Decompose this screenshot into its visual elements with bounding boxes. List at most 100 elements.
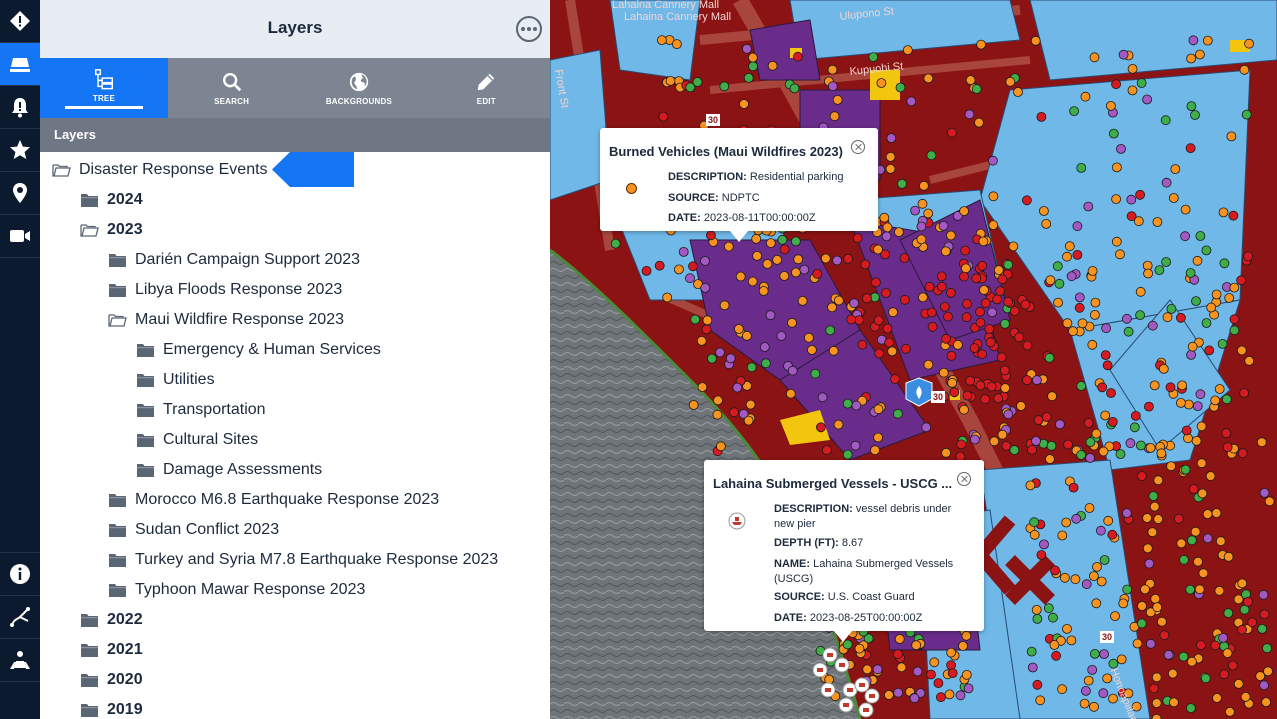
incident-marker[interactable] [685,273,695,284]
incident-marker[interactable] [873,315,884,326]
incident-marker[interactable] [1218,633,1228,643]
incident-marker[interactable] [894,634,905,644]
incident-marker[interactable] [850,440,861,451]
incident-marker[interactable] [933,678,944,688]
incident-marker[interactable] [860,259,871,270]
incident-marker[interactable] [900,343,911,354]
incident-marker[interactable] [1107,529,1118,540]
incident-marker[interactable] [1129,422,1140,433]
incident-marker[interactable] [743,73,754,83]
incident-marker[interactable] [1153,475,1164,486]
tree-item-maui[interactable]: Maui Wildfire Response 2023 [108,305,344,335]
incident-marker[interactable] [980,298,991,309]
incident-marker[interactable] [1068,482,1079,493]
incident-marker[interactable] [799,264,810,275]
incident-marker[interactable] [1110,611,1120,621]
incident-marker[interactable] [1188,35,1199,46]
incident-marker[interactable] [747,276,758,287]
incident-marker[interactable] [988,220,999,231]
incident-marker[interactable] [1186,101,1197,111]
incident-marker[interactable] [1188,484,1199,495]
incident-marker[interactable] [861,293,872,304]
incident-marker[interactable] [1035,695,1046,706]
incident-marker[interactable] [938,367,949,378]
incident-marker[interactable] [1092,562,1102,572]
incident-marker[interactable] [936,281,947,292]
incident-marker[interactable] [1186,703,1196,713]
incident-marker[interactable] [1054,278,1065,289]
incident-marker[interactable] [1187,341,1198,352]
incident-marker[interactable] [1136,440,1146,451]
incident-marker[interactable] [1201,245,1212,256]
incident-marker[interactable] [971,273,982,284]
incident-marker[interactable] [1157,616,1167,627]
incident-marker[interactable] [672,39,682,49]
tree-item-libya[interactable]: Libya Floods Response 2023 [108,275,342,305]
incident-marker[interactable] [1237,624,1247,635]
incident-marker[interactable] [1091,598,1102,609]
incident-marker[interactable] [1160,115,1171,126]
incident-marker[interactable] [1240,692,1251,702]
incident-marker[interactable] [961,670,972,680]
incident-marker[interactable] [929,657,940,668]
incident-marker[interactable] [1064,241,1075,252]
incident-marker[interactable] [1066,271,1077,282]
incident-marker[interactable] [941,447,952,458]
incident-marker[interactable] [1190,526,1201,537]
incident-marker[interactable] [1022,375,1032,386]
incident-marker[interactable] [741,330,752,341]
incident-marker[interactable] [1243,596,1253,607]
incident-marker[interactable] [935,692,946,703]
incident-marker[interactable] [874,348,885,359]
incident-marker[interactable] [1262,643,1272,654]
incident-marker[interactable] [1083,675,1094,686]
incident-marker[interactable] [1236,345,1247,356]
incident-marker[interactable] [1259,609,1270,620]
incident-marker[interactable] [870,445,880,456]
incident-marker[interactable] [965,375,976,386]
incident-marker[interactable] [748,61,758,72]
incident-marker[interactable] [1107,416,1118,427]
incident-marker[interactable] [959,404,969,415]
map-user-button[interactable] [0,639,40,682]
incident-marker[interactable] [1137,601,1147,611]
incident-marker[interactable] [941,333,952,344]
incident-marker[interactable] [1239,388,1249,398]
incident-marker[interactable] [741,43,752,54]
incident-marker[interactable] [1228,210,1239,221]
incident-marker[interactable] [1142,543,1153,554]
incident-marker[interactable] [1196,458,1207,469]
incident-marker[interactable] [1041,412,1052,422]
incident-marker[interactable] [1217,338,1228,349]
incident-marker[interactable] [1126,211,1137,222]
incident-marker[interactable] [1077,318,1088,329]
tree-item-morocco[interactable]: Morocco M6.8 Earthquake Response 2023 [108,485,439,515]
incident-marker[interactable] [1151,672,1162,683]
incident-marker[interactable] [1222,648,1233,658]
incident-marker[interactable] [657,35,667,45]
incident-marker[interactable] [946,127,957,138]
incident-marker[interactable] [909,693,920,704]
incident-marker[interactable] [1050,565,1060,576]
incident-marker[interactable] [1163,649,1174,660]
incident-marker[interactable] [779,271,790,281]
incident-marker[interactable] [1186,349,1196,360]
incident-marker[interactable] [1025,480,1036,491]
incident-marker[interactable] [1147,320,1158,331]
incident-marker[interactable] [1144,401,1154,412]
incident-marker[interactable] [1224,293,1235,303]
incident-marker[interactable] [893,227,904,238]
incident-marker[interactable] [1194,584,1205,595]
incident-marker[interactable] [719,81,730,92]
incident-marker[interactable] [1211,508,1222,518]
tree-item-turkey[interactable]: Turkey and Syria M7.8 Earthquake Respons… [108,545,498,575]
incident-marker[interactable] [793,254,804,265]
tab-backgrounds[interactable]: BACKGROUNDS [295,58,422,118]
incident-marker[interactable] [733,324,744,334]
incident-marker[interactable] [1135,286,1146,297]
incident-marker[interactable] [833,295,844,306]
incident-marker[interactable] [916,221,927,232]
incident-marker[interactable] [678,246,689,257]
incident-marker[interactable] [762,259,773,269]
incident-marker[interactable] [1070,574,1081,585]
